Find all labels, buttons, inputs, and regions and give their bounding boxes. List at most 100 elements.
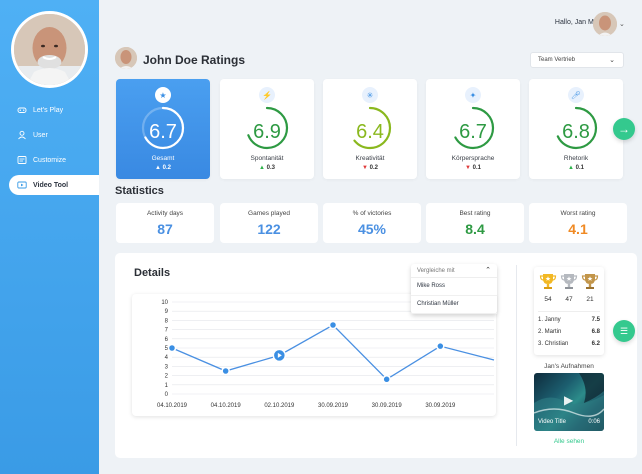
- chevron-up-icon: ⌃: [485, 267, 491, 274]
- y-tick-label: 4: [165, 355, 169, 361]
- divider: [538, 311, 600, 312]
- arrow-right-icon: →: [618, 122, 630, 136]
- rating-label: Rhetorik: [563, 155, 589, 162]
- ranking-name: 3. Christian: [538, 341, 569, 347]
- user-avatar[interactable]: [593, 12, 617, 36]
- user-icon: [17, 130, 27, 140]
- rating-trend: ▲ 0.2: [116, 165, 210, 171]
- ranking-row: 2. Martin 6.8: [538, 329, 600, 335]
- video-duration: 0:06: [588, 419, 600, 425]
- rating-label: Gesamt: [151, 155, 175, 162]
- ranking-value: 6.8: [591, 329, 600, 335]
- star-icon: ★: [155, 87, 171, 103]
- trophy-count: 47: [565, 296, 573, 303]
- rating-card-spontanitaet[interactable]: ⚡ 6.9 Spontanität ▲ 0.3: [220, 79, 314, 179]
- sidebar: Let's Play User Customize Video Tool: [0, 0, 99, 474]
- list-menu-button[interactable]: ☰: [613, 320, 635, 342]
- sidebar-item-user[interactable]: User: [0, 125, 99, 145]
- sparkle-icon: ✳: [362, 87, 378, 103]
- data-point: [167, 343, 177, 353]
- ranking-value: 6.2: [591, 341, 600, 347]
- ranking-row: 1. Janny 7.5: [538, 317, 600, 323]
- main-content: Hallo, Jan Müller! ⌄ John Doe Ratings Te…: [99, 0, 642, 474]
- ranking-name: 1. Janny: [538, 317, 561, 323]
- rating-trend-value: 0.2: [162, 165, 171, 171]
- y-tick-label: 0: [165, 392, 169, 398]
- rating-label: Spontanität: [250, 155, 284, 162]
- stat-card-best-rating: Best rating 8.4: [426, 203, 524, 243]
- rating-card-kreativitaet[interactable]: ✳ 6.4 Kreativität ▼ 0.2: [323, 79, 417, 179]
- stat-card-victories: % of victories 45%: [323, 203, 421, 243]
- trophy-silver-icon: [560, 274, 578, 289]
- rating-trend: ▼ 0.1: [426, 165, 520, 171]
- rating-trend: ▲ 0.3: [220, 165, 314, 171]
- trophy-count: 21: [586, 296, 594, 303]
- trophy-bronze-icon: [581, 274, 599, 289]
- trend-down-icon: ▼: [362, 165, 368, 171]
- team-select[interactable]: Team Vertrieb ⌄: [530, 52, 624, 68]
- stat-label: Worst rating: [560, 210, 596, 217]
- stat-label: Best rating: [459, 210, 491, 217]
- next-arrow-button[interactable]: →: [613, 118, 635, 140]
- trophy-card: 54 47 21 1. Janny 7.5 2. Martin 6.8 3. C…: [534, 267, 604, 355]
- y-tick-label: 10: [161, 300, 168, 306]
- profile-avatar[interactable]: [11, 11, 88, 88]
- y-tick-label: 8: [165, 318, 169, 324]
- chevron-down-icon[interactable]: ⌄: [619, 20, 625, 28]
- compare-placeholder: Vergleiche mit: [417, 268, 455, 274]
- statistics-title: Statistics: [115, 185, 164, 197]
- compare-option[interactable]: Christian Müller: [411, 296, 497, 314]
- x-tick-label: 30.09.2019: [372, 403, 403, 409]
- data-point: [382, 375, 391, 384]
- trophy-gold: 54: [538, 272, 558, 303]
- customize-icon: [17, 155, 27, 165]
- sidebar-item-lets-play[interactable]: Let's Play: [0, 100, 99, 120]
- y-tick-label: 2: [165, 374, 169, 380]
- stat-card-activity-days: Activity days 87: [116, 203, 214, 243]
- y-tick-label: 7: [165, 328, 169, 334]
- video-thumbnail[interactable]: ▶ Video Title 0:06: [534, 373, 604, 431]
- recordings-title: Jan's Aufnahmen: [544, 363, 594, 370]
- rating-trend-value: 0.1: [575, 165, 584, 171]
- gamepad-icon: [17, 105, 27, 115]
- rating-card-gesamt[interactable]: ★ 6.7 Gesamt ▲ 0.2: [116, 79, 210, 179]
- video-title: Video Title: [538, 419, 566, 425]
- compare-dropdown[interactable]: Vergleiche mit ⌃ Mike Ross Christian Mül…: [411, 264, 497, 314]
- x-tick-label: 04.10.2019: [211, 403, 242, 409]
- rating-score: 6.8: [562, 121, 590, 143]
- rating-score: 6.4: [356, 121, 384, 143]
- trophy-count: 54: [544, 296, 552, 303]
- rating-score: 6.7: [459, 121, 487, 143]
- sidebar-item-customize[interactable]: Customize: [0, 150, 99, 170]
- y-tick-label: 6: [165, 337, 169, 343]
- page-title: John Doe Ratings: [143, 53, 246, 67]
- rating-card-koerpersprache[interactable]: ✦ 6.7 Körpersprache ▼ 0.1: [426, 79, 520, 179]
- x-tick-label: 02.10.2019: [264, 403, 295, 409]
- sidebar-item-label: Customize: [33, 156, 67, 164]
- panel-divider: [516, 265, 517, 446]
- stat-card-worst-rating: Worst rating 4.1: [529, 203, 627, 243]
- play-icon[interactable]: ▶: [564, 393, 573, 407]
- ranking-row: 3. Christian 6.2: [538, 341, 600, 347]
- details-title: Details: [134, 267, 171, 279]
- rating-card-rhetorik[interactable]: 🎤︎ 6.8 Rhetorik ▲ 0.1: [529, 79, 623, 179]
- compare-option[interactable]: Mike Ross: [411, 278, 497, 296]
- rating-trend-value: 0.1: [472, 165, 481, 171]
- stat-value: 45%: [357, 221, 387, 237]
- trophy-gold-icon: [539, 274, 557, 289]
- sidebar-item-video-tool[interactable]: Video Tool: [9, 175, 99, 195]
- sidebar-item-label: User: [33, 131, 48, 139]
- y-tick-label: 1: [165, 383, 169, 389]
- rating-score: 6.9: [253, 121, 281, 143]
- see-all-link[interactable]: Alle sehen: [534, 438, 604, 445]
- x-tick-label: 30.09.2019: [318, 403, 349, 409]
- compare-dropdown-head[interactable]: Vergleiche mit ⌃: [411, 264, 497, 278]
- trend-up-icon: ▲: [259, 165, 265, 171]
- video-icon: [17, 180, 27, 190]
- avatar-portrait-icon: [593, 12, 617, 36]
- sidebar-item-label: Video Tool: [33, 181, 69, 189]
- sidebar-item-label: Let's Play: [33, 106, 64, 114]
- avatar-portrait-icon: [14, 14, 85, 85]
- figure-icon: ✦: [465, 87, 481, 103]
- team-select-value: Team Vertrieb: [538, 57, 576, 63]
